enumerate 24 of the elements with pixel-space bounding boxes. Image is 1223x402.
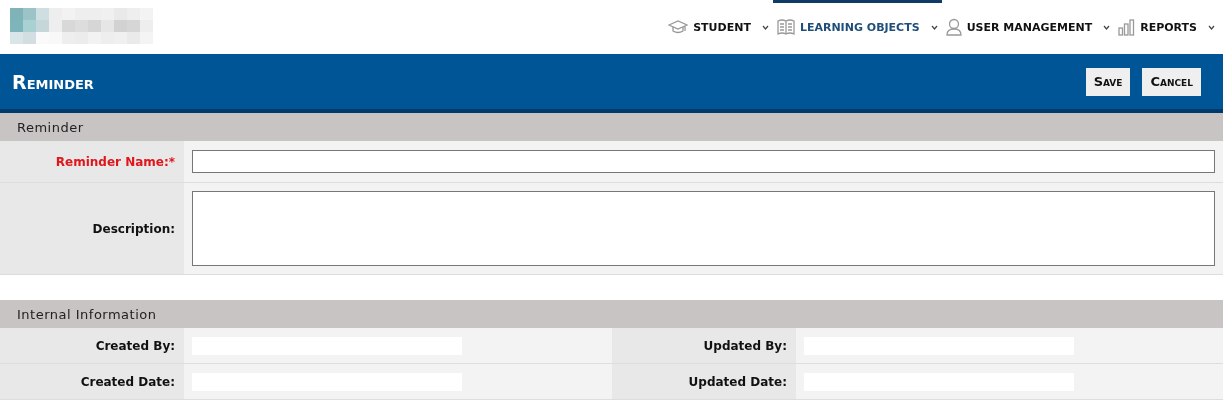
field-label: Updated Date:: [612, 364, 796, 399]
field-label: Created Date:: [0, 364, 184, 399]
book-icon: [776, 18, 795, 36]
caret-icon: [930, 24, 938, 30]
save-button[interactable]: Save: [1085, 67, 1131, 96]
nav-menu-item[interactable]: USER MANAGEMENT: [941, 0, 1115, 54]
nav-menu-item[interactable]: STUDENT: [664, 0, 773, 54]
field-label: Updated By:: [612, 328, 796, 363]
user-icon: [945, 18, 962, 36]
cancel-button[interactable]: Cancel: [1142, 67, 1201, 96]
caret-icon: [761, 24, 769, 30]
name-field[interactable]: [192, 150, 1215, 173]
bar-chart-icon: [1118, 18, 1136, 36]
caret-icon: [1208, 24, 1215, 30]
caret-icon: [1103, 24, 1111, 30]
section-header: Reminder: [0, 113, 1223, 141]
graduation-cap-icon: [668, 19, 689, 35]
description-field[interactable]: [192, 191, 1215, 266]
field-label: Reminder Name:*: [0, 141, 184, 182]
section-header: Internal Information: [0, 300, 1223, 328]
page-title: Reminder: [12, 70, 94, 93]
field-label: Created By:: [0, 328, 184, 363]
field-label: Description:: [0, 183, 184, 274]
nav-menu-item[interactable]: REPORTS: [1114, 0, 1219, 54]
